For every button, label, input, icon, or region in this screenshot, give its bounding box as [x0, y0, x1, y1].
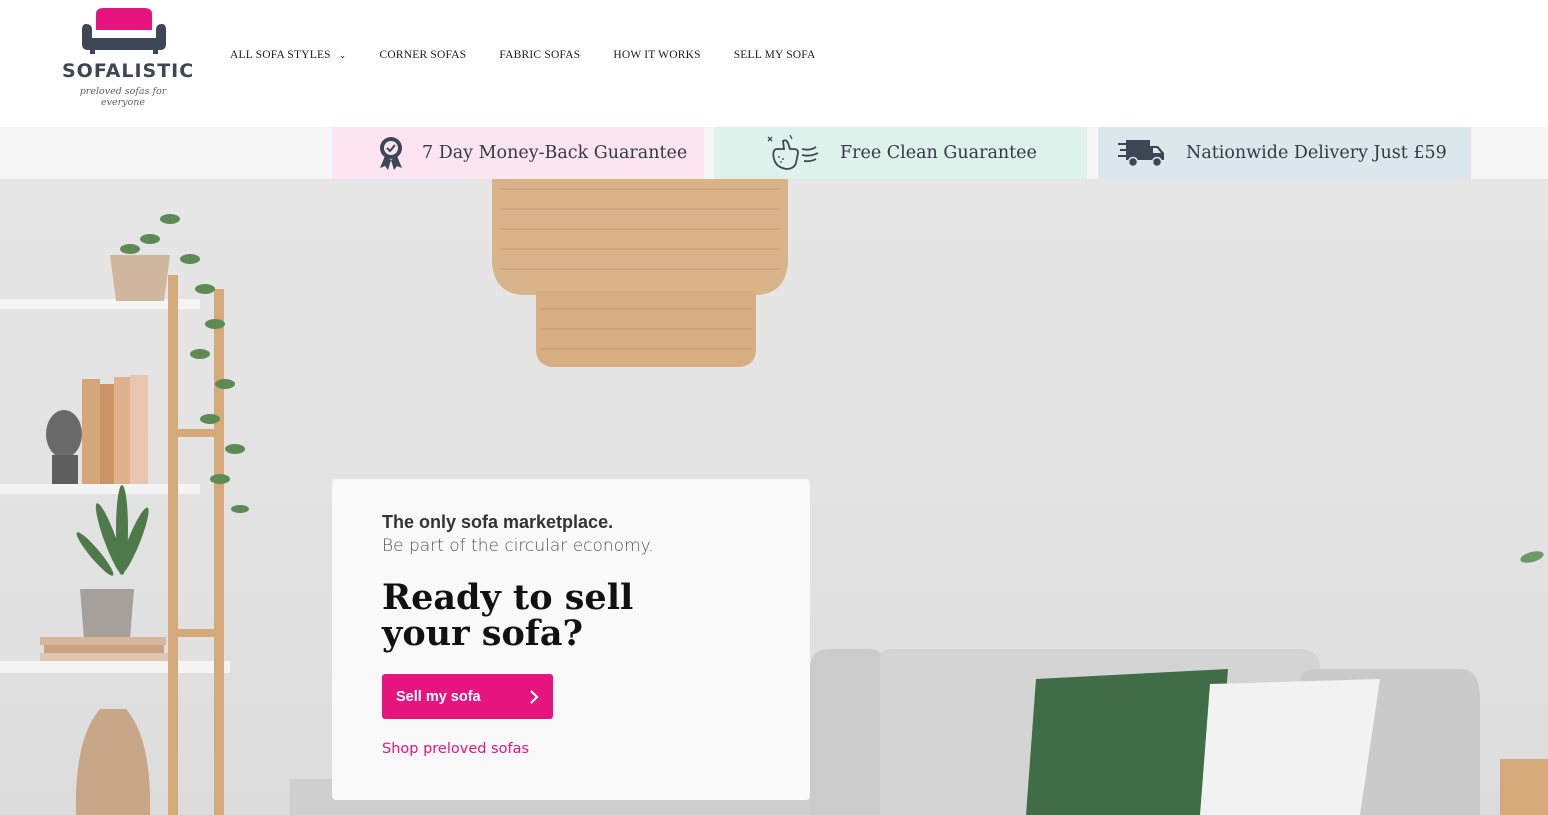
nav-item-label: FABRIC SOFAS	[499, 49, 581, 61]
chevron-right-icon	[530, 689, 539, 704]
free-clean-badge: Free Clean Guarantee	[714, 127, 1087, 179]
nav-fabric-sofas[interactable]: FABRIC SOFAS	[499, 49, 580, 61]
hero-title: Ready to sell your sofa?	[382, 577, 634, 654]
logo-tagline: preloved sofas for everyone	[79, 86, 167, 108]
nav-corner-sofas[interactable]: CORNER SOFAS	[380, 49, 467, 61]
shop-preloved-sofas-link[interactable]: Shop preloved sofas	[382, 741, 529, 757]
chevron-down-icon: ⌄	[338, 49, 347, 60]
logo[interactable]: SOFALISTIC preloved sofas for everyone	[62, 8, 195, 108]
delivery-badge: Nationwide Delivery Just £59	[1098, 127, 1471, 179]
guarantee-strip: 7 Day Money-Back Guarantee Free Clean Gu…	[0, 127, 1548, 179]
hero-subtitle: Be part of the circular economy.	[382, 536, 654, 556]
sell-my-sofa-button[interactable]: Sell my sofa	[382, 674, 553, 719]
hero-tagline: The only sofa marketplace.	[382, 512, 614, 532]
sell-my-sofa-button-label: Sell my sofa	[396, 688, 481, 705]
money-back-label: 7 Day Money-Back Guarantee	[422, 143, 688, 163]
site-header: SOFALISTIC preloved sofas for everyone A…	[0, 0, 1548, 127]
nav-item-label: CORNER SOFAS	[379, 49, 467, 61]
delivery-truck-icon	[1118, 140, 1164, 168]
main-nav: ALL SOFA STYLES ⌄ CORNER SOFAS FABRIC SO…	[230, 49, 849, 61]
shelf-unit-illustration	[0, 214, 249, 815]
pendant-lamp-illustration	[492, 179, 788, 367]
clean-hand-icon	[767, 135, 819, 170]
sofa-logo-icon	[82, 8, 166, 54]
money-back-badge: 7 Day Money-Back Guarantee	[332, 127, 704, 179]
nav-item-label: ALL SOFA STYLES	[230, 49, 331, 61]
hero-banner: The only sofa marketplace. Be part of th…	[0, 179, 1548, 815]
nav-sell-my-sofa[interactable]: SELL MY SOFA	[734, 49, 816, 61]
hero-card: The only sofa marketplace. Be part of th…	[332, 479, 810, 800]
nav-how-it-works[interactable]: HOW IT WORKS	[613, 49, 700, 61]
free-clean-label: Free Clean Guarantee	[840, 143, 1037, 163]
nav-item-label: SELL MY SOFA	[733, 49, 816, 61]
delivery-label: Nationwide Delivery Just £59	[1186, 143, 1447, 163]
award-ribbon-icon	[380, 137, 402, 170]
nav-item-label: HOW IT WORKS	[613, 49, 701, 61]
logo-wordmark: SOFALISTIC	[62, 60, 195, 82]
nav-all-sofa-styles[interactable]: ALL SOFA STYLES ⌄	[230, 49, 347, 61]
